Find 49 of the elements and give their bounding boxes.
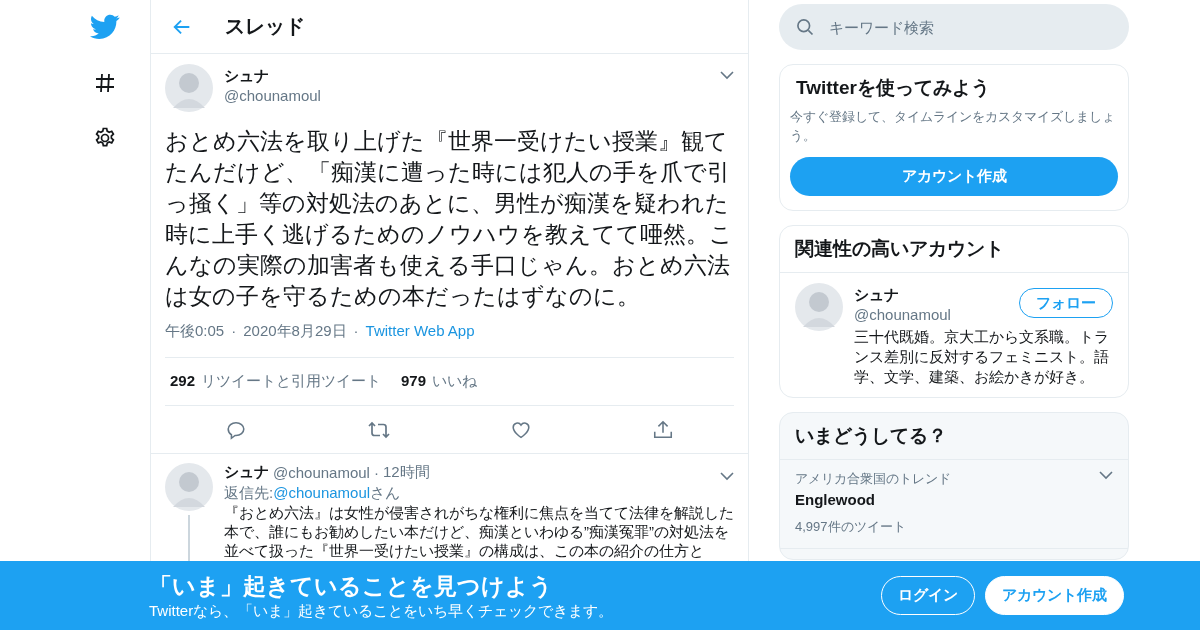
trend-name: Englewood	[795, 491, 876, 508]
page-title: スレッド	[225, 14, 305, 39]
tweet-text: おとめ六法を取り上げた『世界一受けたい授業』観てたんだけど、「痴漢に遭った時には犯人の手を爪で引っ掻く」等の対処法のあとに、男性が痴漢を疑われた時に上手く逃げるためのノウハウを教えてて唖然。こんなの実際の加害者も使える手口じゃん。おとめ六法は女の子を守るための本だったはずなのに。	[165, 127, 734, 311]
honorific-suffix: さん	[370, 484, 401, 503]
account-handle[interactable]: @chounamoul	[854, 306, 951, 323]
tweet-time[interactable]: 午後0:05	[165, 322, 225, 341]
source-link[interactable]: Twitter Web App	[365, 322, 475, 341]
account-name[interactable]: シュナ	[854, 286, 951, 305]
stat-label[interactable]: いいね	[432, 372, 478, 391]
mention-link[interactable]: @chounamoul	[273, 484, 371, 503]
trend-context: アメリカ合衆国のトレンド	[795, 470, 951, 488]
stat-label[interactable]: リツイートと引用ツイート	[201, 372, 382, 391]
tweet-count: 4,997件のツイート	[795, 518, 907, 536]
separator-dot: ·	[373, 464, 379, 481]
card-title: いまどうしてる？	[780, 413, 1128, 460]
author-handle[interactable]: @chounamoul	[273, 464, 370, 481]
card-text: 今すぐ登録して、タイムラインをカスタマイズしましょう。	[790, 108, 1116, 145]
account-bio: 三十代既婚。京大工から文系職。トランス差別に反対するフェミニスト。語学、文学、建築、お絵かきが好き。	[854, 327, 1110, 387]
hashtag-icon[interactable]	[93, 71, 117, 95]
search-field[interactable]: キーワード検索	[779, 4, 1129, 50]
share-icon[interactable]	[652, 419, 675, 441]
banner-button[interactable]: アカウント作成	[985, 576, 1124, 615]
reply-icon[interactable]	[224, 419, 247, 441]
search-icon	[795, 17, 815, 37]
bird-logo-icon[interactable]	[90, 14, 120, 40]
tweet-time[interactable]: 12時間	[382, 463, 430, 482]
card-title: Twitterを使ってみよう	[796, 76, 991, 100]
chevron-down-icon[interactable]	[720, 70, 734, 80]
reply-to-label: 返信先:	[224, 484, 274, 503]
trend-item[interactable]: アメリカ合衆国のトレンド Englewood 4,997件のツイート	[780, 460, 1128, 549]
reply-text: 『おとめ六法』は女性が侵害されがちな権利に焦点を当てて法律を解説した本で、誰にもお勧めしたい本だけど、痴漢といわゆる”痴漢冤罪”の対処法を並べて扱った『世界一受けたい授業』の構成は、この本の紹介の仕方と	[224, 503, 734, 560]
banner-text: Twitterなら、「いま」起きていることをいち早くチェックできます。	[149, 601, 614, 621]
chevron-down-icon[interactable]	[720, 470, 734, 481]
retweet-icon[interactable]	[366, 419, 391, 441]
card-title: 関連性の高いアカウント	[780, 226, 1128, 273]
tweet-date[interactable]: 2020年8月29日	[243, 322, 347, 341]
separator-dot: ·	[353, 322, 359, 341]
author-name[interactable]: シュナ	[224, 463, 269, 482]
author-name[interactable]: シュナ	[224, 67, 321, 86]
settings-icon[interactable]	[93, 126, 117, 150]
banner-headline: 「いま」起きていることを見つけよう	[149, 571, 554, 601]
stat-count[interactable]: 979	[401, 372, 427, 391]
separator-dot: ·	[231, 322, 237, 341]
heart-icon[interactable]	[510, 419, 533, 441]
signup-button[interactable]: アカウント作成	[790, 157, 1118, 196]
stat-count[interactable]: 292	[170, 372, 196, 391]
chevron-down-icon[interactable]	[1099, 470, 1113, 480]
author-handle[interactable]: @chounamoul	[224, 87, 321, 104]
follow-button[interactable]: フォロー	[1019, 288, 1113, 318]
